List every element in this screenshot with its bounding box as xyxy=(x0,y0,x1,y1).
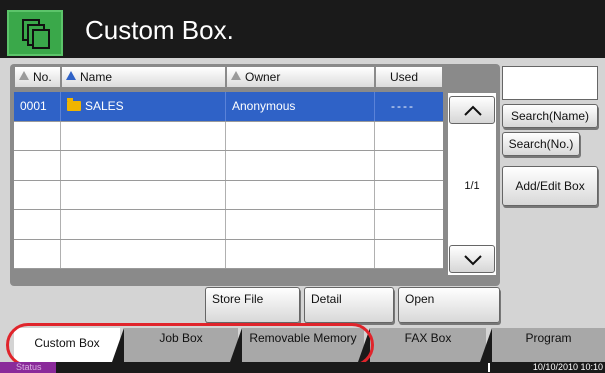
cell-no: 0001 xyxy=(14,92,61,121)
search-no-button[interactable]: Search(No.) xyxy=(502,132,580,156)
cell-used: ---- xyxy=(391,99,415,113)
column-owner[interactable]: Owner xyxy=(226,66,375,88)
column-no[interactable]: No. xyxy=(14,66,61,88)
sort-indicator-icon xyxy=(19,71,29,80)
cell-no xyxy=(14,180,61,209)
status-separator xyxy=(488,363,490,372)
cell-no xyxy=(14,210,61,239)
chevron-down-icon xyxy=(464,255,482,266)
table-row[interactable] xyxy=(14,210,443,240)
cell-no xyxy=(14,121,61,150)
box-list: 0001 SALES Anonymous ---- xyxy=(14,92,443,269)
cell-owner: Anonymous xyxy=(226,92,375,121)
table-row[interactable] xyxy=(14,180,443,210)
scroll-up-button[interactable] xyxy=(449,96,495,124)
table-row[interactable]: 0001 SALES Anonymous ---- xyxy=(14,92,443,122)
cell-used xyxy=(375,151,443,180)
column-label: Name xyxy=(80,70,113,84)
sort-indicator-icon xyxy=(231,71,241,80)
store-file-button[interactable]: Store File xyxy=(205,287,300,323)
cell-owner xyxy=(226,151,375,180)
column-label: No. xyxy=(33,70,52,84)
open-button[interactable]: Open xyxy=(398,287,500,323)
cell-owner xyxy=(226,180,375,209)
add-edit-box-button[interactable]: Add/Edit Box xyxy=(502,166,598,206)
cell-used xyxy=(375,181,443,210)
status-button[interactable]: Status xyxy=(0,362,56,373)
tab-divider xyxy=(480,328,492,362)
column-label: Used xyxy=(390,70,419,84)
page-title: Custom Box. xyxy=(85,15,234,45)
table-row[interactable] xyxy=(14,121,443,151)
status-datetime: 10/10/2010 10:10 xyxy=(532,362,603,372)
table-row[interactable] xyxy=(14,151,443,181)
cell-name xyxy=(61,151,226,180)
column-label: Owner xyxy=(245,70,281,84)
tab-program[interactable]: Program xyxy=(492,328,605,362)
cell-owner xyxy=(226,239,375,268)
column-name[interactable]: Name xyxy=(61,66,226,88)
scroll-down-button[interactable] xyxy=(449,245,495,273)
cell-no xyxy=(14,151,61,180)
search-input[interactable] xyxy=(502,66,598,100)
tab-highlight-outline xyxy=(6,323,374,367)
cell-used xyxy=(375,210,443,239)
tab-fax-box[interactable]: FAX Box xyxy=(370,328,486,362)
chevron-up-icon xyxy=(464,105,482,116)
detail-button[interactable]: Detail xyxy=(304,287,394,323)
cell-name xyxy=(61,180,226,209)
page-indicator: 1/1 xyxy=(464,180,480,192)
cell-owner xyxy=(226,210,375,239)
header: Custom Box. xyxy=(0,0,605,58)
cell-name: SALES xyxy=(61,92,226,121)
cell-no xyxy=(14,239,61,268)
folder-icon xyxy=(67,98,81,111)
cell-owner xyxy=(226,121,375,150)
column-used: Used xyxy=(375,66,443,88)
sort-indicator-icon xyxy=(66,71,76,80)
cell-used xyxy=(375,122,443,151)
search-name-button[interactable]: Search(Name) xyxy=(502,104,598,128)
status-bar xyxy=(0,362,605,373)
cell-name xyxy=(61,210,226,239)
box-name: SALES xyxy=(85,99,124,113)
table-row[interactable] xyxy=(14,239,443,269)
cell-used xyxy=(375,240,443,269)
document-box-icon xyxy=(7,10,63,56)
cell-name xyxy=(61,239,226,268)
cell-name xyxy=(61,121,226,150)
